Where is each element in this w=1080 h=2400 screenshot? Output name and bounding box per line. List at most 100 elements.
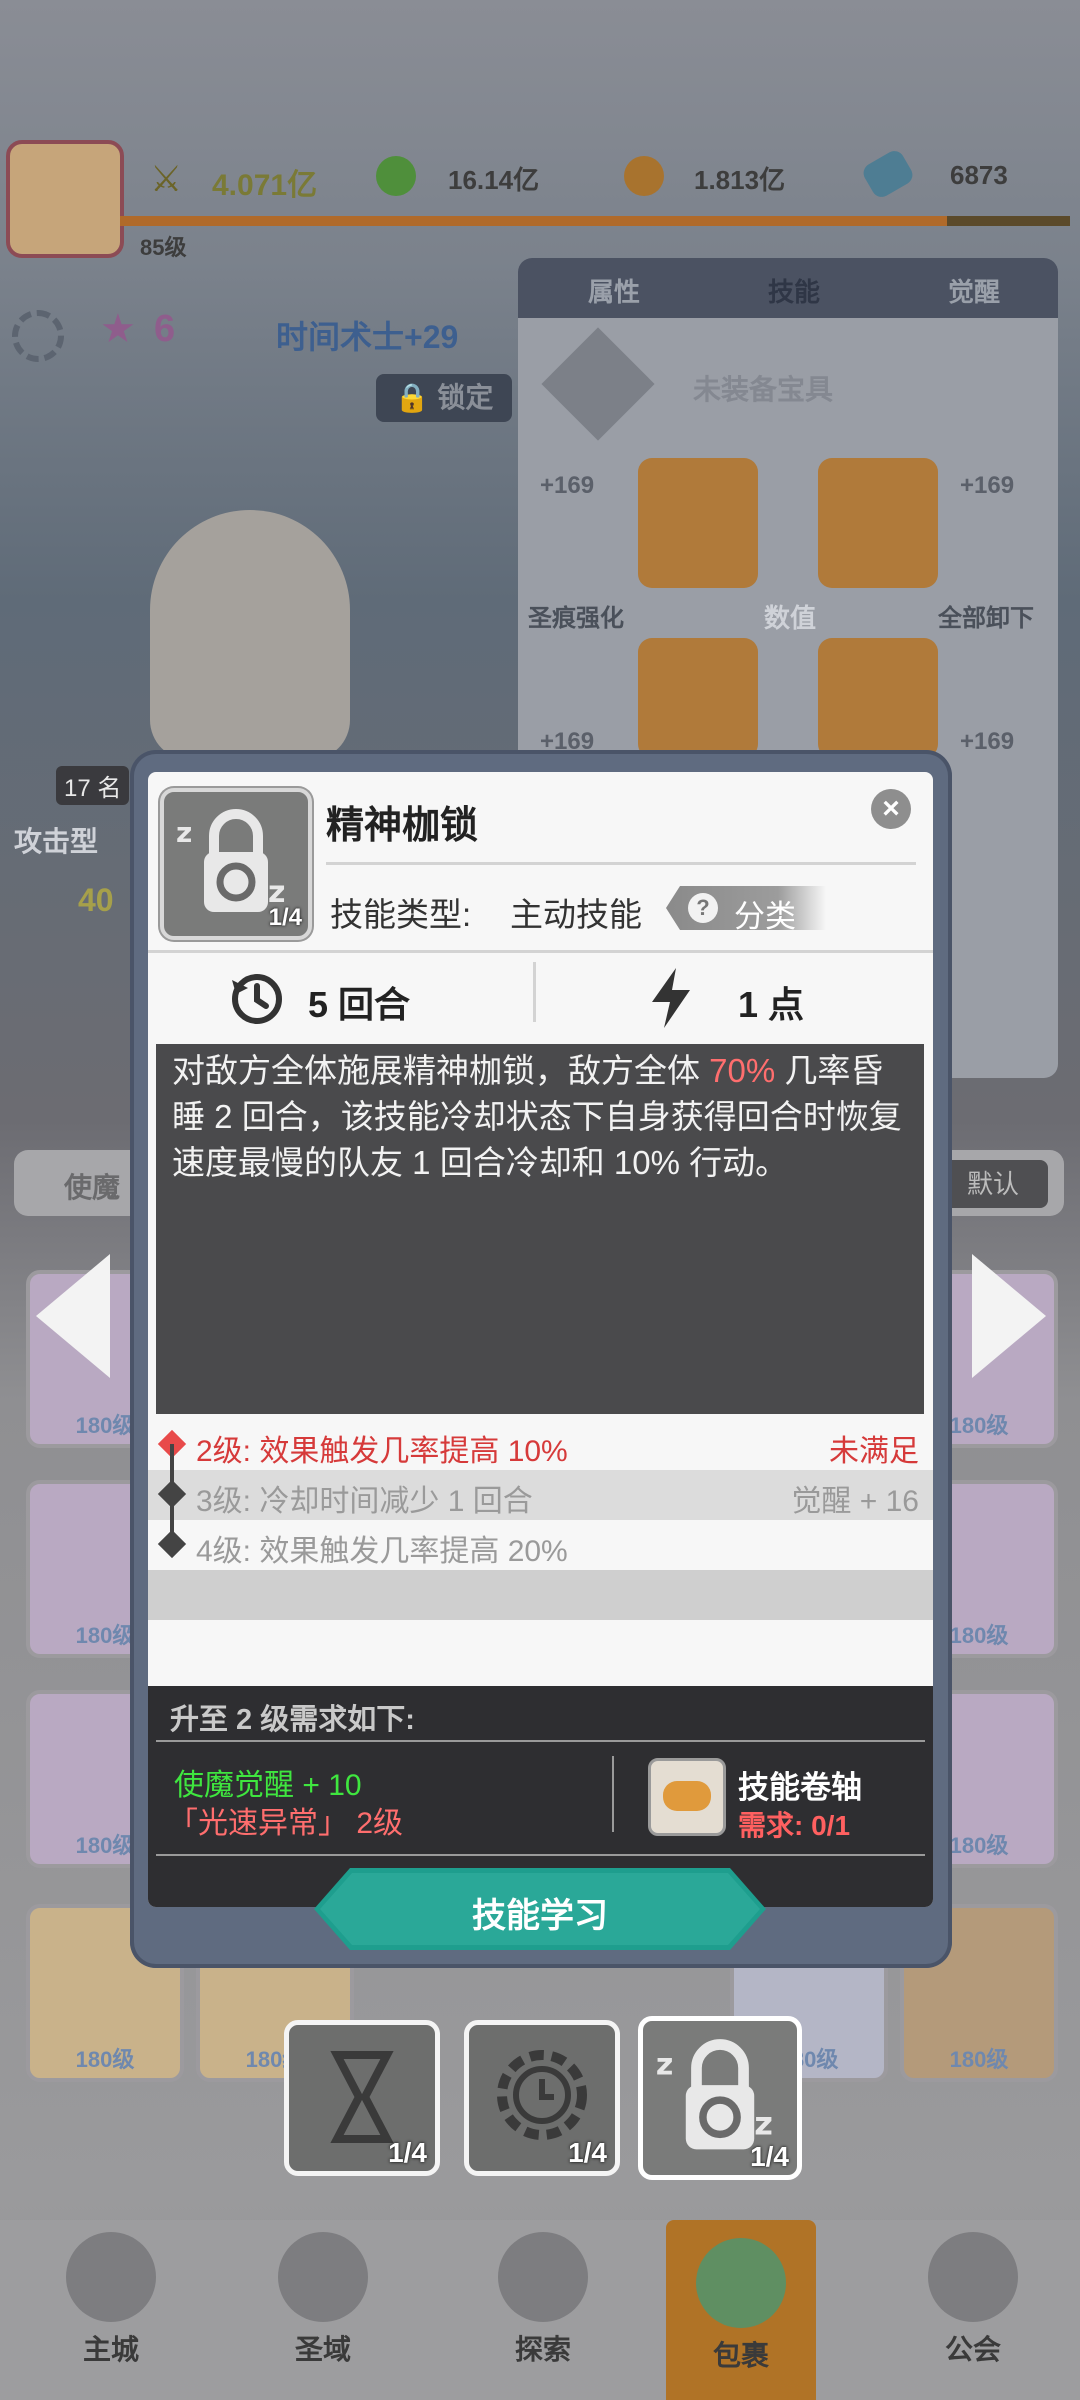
tab-awaken[interactable]: 觉醒 [948, 272, 1000, 309]
holy-mark-slot[interactable] [818, 458, 938, 588]
skill-icon: z z 1/4 [160, 788, 312, 940]
level-text: 4级: 效果触发几率提高 20% [196, 1535, 568, 1568]
stats-divider-top [148, 950, 933, 953]
gem-value: 6873 [950, 160, 1008, 190]
bottom-nav: 主城 圣域 探索 包裹 公会 [0, 2220, 1080, 2400]
help-icon: ? [688, 893, 718, 923]
requirement-divider [156, 1740, 925, 1742]
requirement-skill: 「光速异常」 2级 [168, 1807, 404, 1840]
level-connector [170, 1444, 174, 1544]
previous-arrow-icon[interactable] [36, 1254, 110, 1378]
desc-highlight: 70% [709, 1052, 776, 1089]
category-tag[interactable]: ? 分类 [666, 886, 826, 930]
stats-divider-mid [533, 962, 536, 1022]
filter-label[interactable]: 使魔 [64, 1166, 120, 1206]
guild-icon [928, 2232, 1018, 2322]
svg-text:z: z [176, 816, 192, 849]
skill-modal: z z 1/4 精神枷锁 × 技能类型: 主动技能 ? 分类 5 回合 1 点 … [148, 772, 933, 1907]
svg-text:z: z [656, 2047, 673, 2082]
skill-thumb[interactable]: 1/4 [464, 2020, 620, 2176]
lock-icon: 🔒 [394, 382, 430, 413]
hero-stars: 6 [154, 308, 176, 350]
nav-label: 探索 [514, 2334, 571, 2365]
level-row: 3级: 冷却时间减少 1 回合 觉醒 + 16 [148, 1470, 933, 1520]
skill-type-label: 技能类型: [330, 896, 472, 933]
cost-value: 1 点 [738, 984, 805, 1025]
hero-title: 时间术士+29 [276, 319, 459, 355]
item-need: 需求: 0/1 [738, 1810, 851, 1841]
item-name: 技能卷轴 [738, 1770, 862, 1805]
vortex-icon [278, 2232, 368, 2322]
nav-bag[interactable]: 包裹 [666, 2220, 816, 2400]
stat-value: +169 [540, 472, 595, 499]
cooldown-value: 5 回合 [308, 984, 411, 1025]
level-status: 觉醒 + 16 [791, 1485, 919, 1518]
lightning-icon [648, 968, 694, 1033]
center-label: 数值 [764, 603, 817, 633]
svg-text:z: z [754, 2104, 773, 2142]
footer-divider [156, 1854, 925, 1856]
holy-strengthen-button[interactable]: 圣痕强化 [528, 598, 624, 633]
hero-type: 攻击型 [14, 826, 99, 857]
stat-value: +169 [960, 472, 1015, 499]
skill-description-box: 对敌方全体施展精神枷锁，敌方全体 70% 几率昏睡 2 回合，该技能冷却状态下自… [156, 1044, 924, 1414]
nav-guild[interactable]: 公会 [898, 2232, 1048, 2368]
close-button[interactable]: × [871, 789, 911, 829]
learn-skill-label: 技能学习 [472, 1897, 608, 1935]
tab-skills[interactable]: 技能 [768, 272, 820, 309]
learn-skill-button[interactable]: 技能学习 [314, 1868, 766, 1950]
holy-mark-slot[interactable] [818, 638, 938, 758]
sort-default-button[interactable]: 默认 [938, 1160, 1048, 1208]
hero-power-short: 40 [78, 882, 114, 918]
nav-label: 主城 [82, 2334, 139, 2365]
power-icon: ⚔ [150, 158, 183, 199]
unload-all-button[interactable]: 全部卸下 [938, 598, 1034, 633]
exp-bar [120, 216, 1070, 226]
stat-value: +169 [960, 728, 1015, 755]
close-icon: × [882, 792, 900, 825]
skill-level-badge: 1/4 [268, 904, 302, 931]
level-text: 2级: 效果触发几率提高 10% [196, 1435, 568, 1468]
sword-icon [498, 2232, 588, 2322]
skill-thumb[interactable]: 1/4 [284, 2020, 440, 2176]
power-value: 4.071亿 [212, 169, 318, 202]
green-coin-value: 16.14亿 [448, 165, 540, 195]
nav-main-city[interactable]: 主城 [36, 2232, 186, 2368]
skill-description: 对敌方全体施展精神枷锁，敌方全体 70% 几率昏睡 2 回合，该技能冷却状态下自… [172, 1048, 912, 1186]
holy-mark-slot[interactable] [638, 458, 758, 588]
title-underline [326, 862, 916, 865]
player-level: 85级 [140, 235, 187, 260]
next-arrow-icon[interactable] [972, 1254, 1046, 1378]
requirement-vdivider [612, 1756, 614, 1832]
holy-mark-slot[interactable] [638, 638, 758, 758]
skill-thumb-badge: 1/4 [388, 2137, 427, 2168]
skill-type-value: 主动技能 [510, 896, 642, 933]
orange-coin-icon [624, 156, 664, 196]
nav-label: 包裹 [712, 2340, 769, 2371]
nav-sanctuary[interactable]: 圣域 [248, 2232, 398, 2368]
category-label: 分类 [734, 899, 796, 934]
requirement-title: 升至 2 级需求如下: [170, 1704, 415, 1736]
tab-attributes[interactable]: 属性 [588, 272, 640, 309]
cooldown-icon [228, 970, 286, 1033]
lock-button[interactable]: 🔒 锁定 [376, 374, 512, 422]
scroll-item-icon[interactable] [648, 1758, 726, 1836]
nav-label: 公会 [944, 2334, 1001, 2365]
gem-icon [859, 147, 917, 201]
settings-gear-icon[interactable] [12, 310, 64, 362]
level-text: 3级: 冷却时间减少 1 回合 [196, 1485, 533, 1518]
skill-name: 精神枷锁 [326, 805, 479, 847]
bag-icon [696, 2238, 786, 2328]
nav-explore[interactable]: 探索 [468, 2232, 618, 2368]
equip-slot-button[interactable] [541, 327, 655, 441]
skill-thumb-badge: 1/4 [750, 2141, 789, 2172]
level-row: 2级: 效果触发几率提高 10% 未满足 [148, 1420, 933, 1470]
hero-card-level: 180级 [949, 2047, 1009, 2072]
lock-label: 锁定 [437, 382, 494, 413]
level-status: 未满足 [829, 1435, 919, 1468]
green-coin-icon [376, 156, 416, 196]
hero-card-level: 180级 [75, 2047, 135, 2072]
skill-thumb-selected[interactable]: z z 1/4 [638, 2016, 802, 2180]
desc-part: 对敌方全体施展精神枷锁，敌方全体 [172, 1052, 710, 1089]
player-avatar[interactable] [6, 140, 124, 258]
